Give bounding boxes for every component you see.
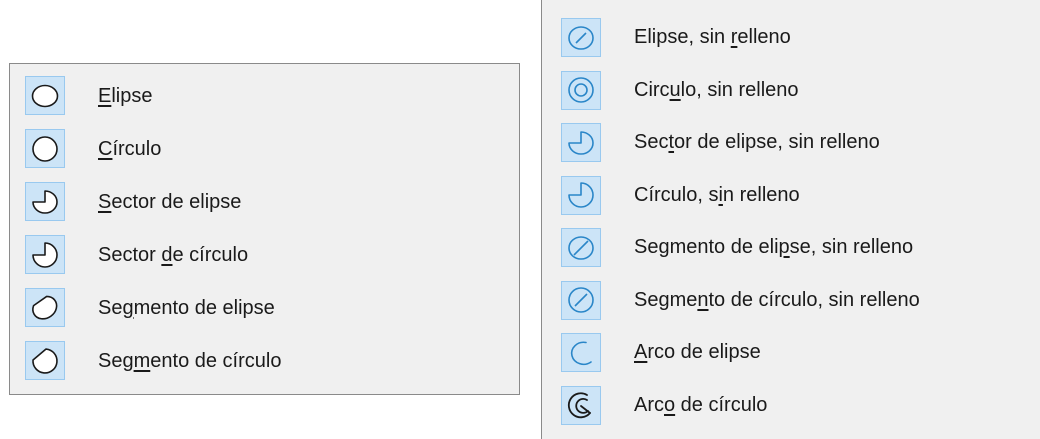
- menu-item-label: Círculo, sin relleno: [634, 183, 800, 206]
- menu-item-label: Elipse: [98, 84, 153, 107]
- circle-segment-unfilled-icon: [561, 280, 601, 320]
- ellipse-sector-icon: [25, 182, 65, 221]
- menu-item-circle-sector[interactable]: Sector de círculo: [10, 228, 519, 281]
- menu-item-circle[interactable]: Círculo: [10, 122, 519, 175]
- ellipse-icon: [25, 76, 65, 115]
- circle-arc-icon: [561, 385, 601, 425]
- ellipse-unfilled-icon: [561, 18, 601, 57]
- menu-item-ellipse-sector[interactable]: Sector de elipse: [10, 175, 519, 228]
- menu-item-label: Segmento de círculo: [98, 349, 282, 372]
- menu-item-ellipse[interactable]: Elipse: [10, 69, 519, 122]
- ellipse-sector-unfilled-icon: [561, 123, 601, 162]
- circle-unfilled-icon: [561, 70, 601, 110]
- menu-item-label: Arco de elipse: [634, 341, 761, 364]
- circle-segment-icon: [25, 341, 65, 380]
- menu-item-label: Sector de círculo: [98, 243, 249, 266]
- menu-item-label: Segmento de círculo, sin relleno: [634, 288, 920, 311]
- menu-item-label: Arco de círculo: [634, 393, 768, 416]
- menu-item-circle-sector-unfilled[interactable]: Círculo, sin relleno: [542, 169, 1040, 222]
- menu-item-label: Segmento de elipse, sin relleno: [634, 236, 914, 259]
- menu-item-label: Sector de elipse, sin relleno: [634, 131, 880, 154]
- menu-item-label: Circulo, sin relleno: [634, 78, 799, 101]
- menu-item-ellipse-arc[interactable]: Arco de elipse: [542, 326, 1040, 379]
- menu-item-circle-arc[interactable]: Arco de círculo: [542, 379, 1040, 432]
- ellipse-segment-icon: [25, 288, 65, 327]
- menu-item-circle-segment[interactable]: Segmento de círculo: [10, 334, 519, 387]
- menu-item-ellipse-segment[interactable]: Segmento de elipse: [10, 281, 519, 334]
- ellipse-arc-icon: [561, 333, 601, 372]
- circle-sector-unfilled-icon: [561, 175, 601, 215]
- menu-item-label: Elipse, sin relleno: [634, 26, 791, 49]
- menu-item-label: Círculo: [98, 137, 162, 160]
- circle-icon: [25, 129, 65, 168]
- menu-item-label: Sector de elipse: [98, 190, 242, 213]
- ellipse-segment-unfilled-icon: [561, 228, 601, 267]
- menu-item-ellipse-unfilled[interactable]: Elipse, sin relleno: [542, 11, 1040, 64]
- circle-sector-icon: [25, 235, 65, 274]
- shape-menu-unfilled: Elipse, sin relleno Circulo, sin relleno…: [541, 0, 1040, 439]
- menu-item-circle-unfilled[interactable]: Circulo, sin relleno: [542, 64, 1040, 117]
- menu-item-ellipse-sector-unfilled[interactable]: Sector de elipse, sin relleno: [542, 116, 1040, 169]
- menu-item-label: Segmento de elipse: [98, 296, 275, 319]
- menu-item-ellipse-segment-unfilled[interactable]: Segmento de elipse, sin relleno: [542, 221, 1040, 274]
- menu-item-circle-segment-unfilled[interactable]: Segmento de círculo, sin relleno: [542, 274, 1040, 327]
- shape-menu-filled: Elipse Círculo Sector de elipse Sector d…: [9, 63, 520, 395]
